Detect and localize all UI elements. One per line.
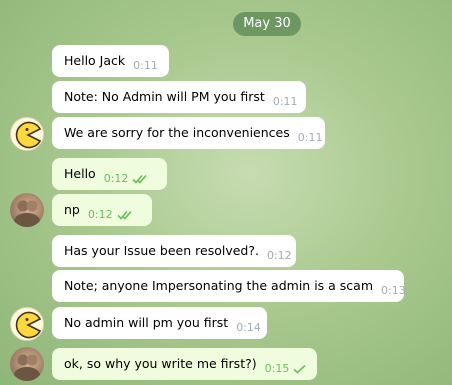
message-bubble[interactable]: Note; anyone Impersonating the admin is … xyxy=(52,270,406,302)
message-time: 0:11 xyxy=(133,58,158,72)
message-bubble[interactable]: ok, so why you write me first?) 0:15 xyxy=(52,348,317,380)
pacman-icon xyxy=(15,311,42,339)
message-text: ok, so why you write me first?) xyxy=(64,356,257,371)
message-time: 0:11 xyxy=(297,130,323,144)
message-text: Hello Jack xyxy=(64,53,126,68)
message-time: 0:12 xyxy=(266,248,292,262)
message-bubble[interactable]: No admin will pm you first 0:14 xyxy=(52,307,267,339)
message-text: No admin will pm you first xyxy=(64,315,229,330)
check-icon xyxy=(293,359,307,378)
admin-avatar[interactable] xyxy=(10,117,44,151)
message-text: Has your Issue been resolved?. xyxy=(64,243,259,258)
pacman-icon xyxy=(15,121,42,149)
message-text: np xyxy=(64,202,80,217)
message-bubble[interactable]: Hello 0:12 xyxy=(52,158,167,190)
message-bubble[interactable]: We are sorry for the inconveniences 0:11 xyxy=(52,117,325,149)
admin-avatar[interactable] xyxy=(10,307,44,341)
user-avatar[interactable] xyxy=(10,347,44,381)
chat-history: May 30 Hello Jack 0:11 Note: No Admin wi… xyxy=(0,0,452,385)
double-check-icon xyxy=(132,169,150,188)
double-check-icon xyxy=(116,205,135,224)
message-time: 0:15 xyxy=(264,361,290,375)
message-text: Note; anyone Impersonating the admin is … xyxy=(64,278,374,293)
date-divider: May 30 xyxy=(233,12,301,36)
message-time: 0:14 xyxy=(236,320,261,334)
message-time: 0:12 xyxy=(87,207,113,221)
message-time: 0:12 xyxy=(103,171,129,185)
message-bubble[interactable]: Note: No Admin will PM you first 0:11 xyxy=(52,81,306,113)
message-text: Note: No Admin will PM you first xyxy=(64,89,265,104)
message-time: 0:11 xyxy=(272,94,298,108)
user-avatar[interactable] xyxy=(10,193,44,227)
message-bubble[interactable]: Hello Jack 0:11 xyxy=(52,45,169,77)
message-text: We are sorry for the inconveniences xyxy=(64,125,290,140)
message-text: Hello xyxy=(64,166,96,181)
message-bubble[interactable]: Has your Issue been resolved?. 0:12 xyxy=(52,235,296,267)
message-time: 0:13 xyxy=(381,283,406,297)
user-photo-icon xyxy=(14,354,40,381)
message-bubble[interactable]: np 0:12 xyxy=(52,194,152,226)
user-photo-icon xyxy=(14,200,40,227)
